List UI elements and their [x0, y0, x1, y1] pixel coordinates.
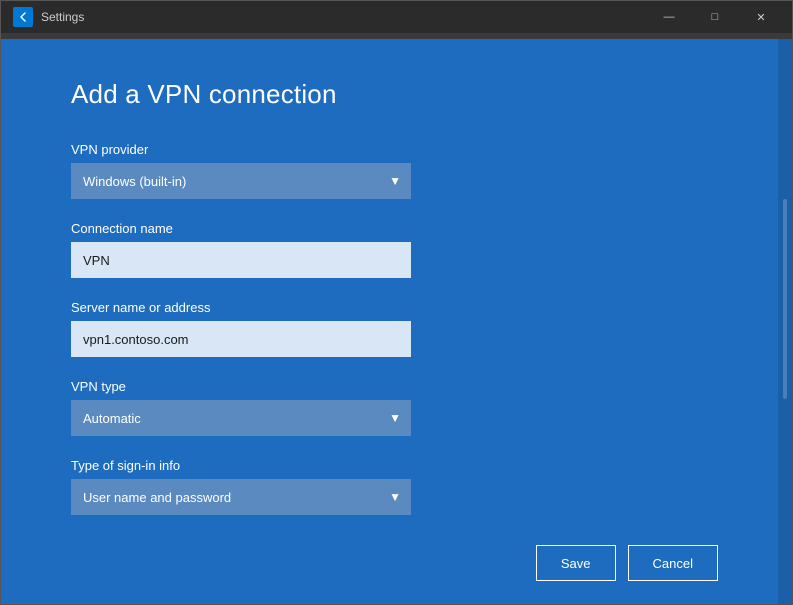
buttons-row: Save Cancel	[71, 545, 728, 581]
save-button[interactable]: Save	[536, 545, 616, 581]
vpn-type-label: VPN type	[71, 379, 728, 394]
vpn-provider-select[interactable]: Windows (built-in)	[71, 163, 411, 199]
vpn-provider-group: VPN provider Windows (built-in) ▼	[71, 142, 728, 199]
vpn-provider-select-wrapper[interactable]: Windows (built-in) ▼	[71, 163, 411, 199]
sign-in-type-label: Type of sign-in info	[71, 458, 728, 473]
server-name-label: Server name or address	[71, 300, 728, 315]
title-bar-left: Settings	[13, 7, 84, 27]
vpn-type-select[interactable]: Automatic	[71, 400, 411, 436]
scrollbar-track[interactable]	[783, 199, 787, 399]
server-name-group: Server name or address	[71, 300, 728, 357]
window-controls: — □ ✕	[646, 1, 784, 33]
sign-in-type-select[interactable]: User name and password	[71, 479, 411, 515]
vpn-type-select-wrapper[interactable]: Automatic ▼	[71, 400, 411, 436]
main-panel: Add a VPN connection VPN provider Window…	[1, 39, 778, 604]
cancel-button[interactable]: Cancel	[628, 545, 718, 581]
scrollbar-area	[778, 39, 792, 604]
sign-in-type-group: Type of sign-in info User name and passw…	[71, 458, 728, 515]
connection-name-input[interactable]	[71, 242, 411, 278]
connection-name-group: Connection name	[71, 221, 728, 278]
settings-window: Settings — □ ✕ Add a VPN connection VPN …	[0, 0, 793, 605]
vpn-provider-label: VPN provider	[71, 142, 728, 157]
vpn-type-group: VPN type Automatic ▼	[71, 379, 728, 436]
close-button[interactable]: ✕	[738, 1, 784, 33]
content-area: Add a VPN connection VPN provider Window…	[1, 39, 792, 604]
maximize-button[interactable]: □	[692, 1, 738, 33]
sign-in-type-select-wrapper[interactable]: User name and password ▼	[71, 479, 411, 515]
connection-name-label: Connection name	[71, 221, 728, 236]
back-button[interactable]	[13, 7, 33, 27]
minimize-button[interactable]: —	[646, 1, 692, 33]
server-name-input[interactable]	[71, 321, 411, 357]
title-bar: Settings — □ ✕	[1, 1, 792, 33]
window-title: Settings	[41, 10, 84, 24]
page-title: Add a VPN connection	[71, 79, 728, 110]
